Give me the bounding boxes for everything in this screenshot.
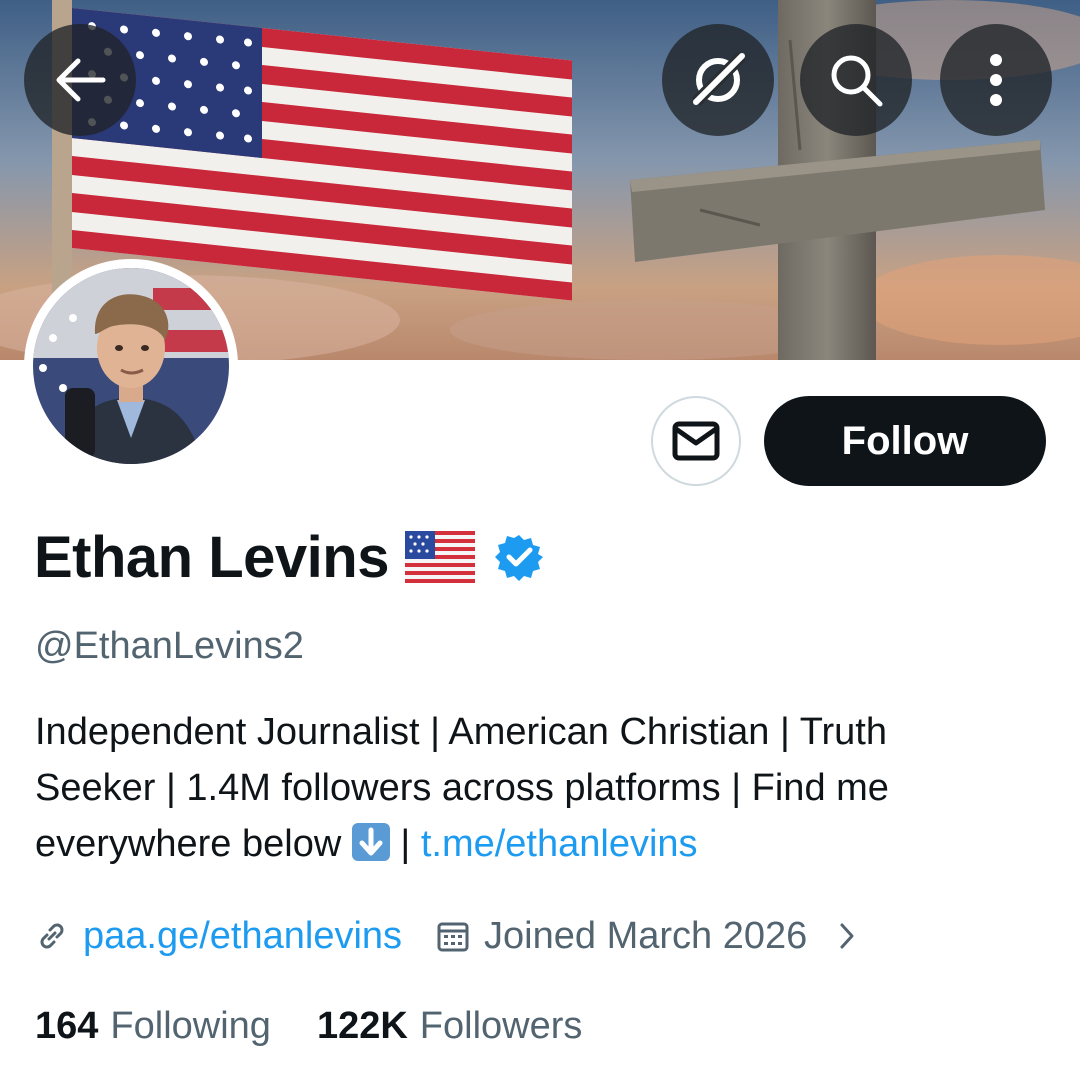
verified-badge-icon[interactable] — [494, 533, 543, 581]
more-info-item[interactable] — [837, 921, 857, 951]
profile-avatar[interactable] — [24, 259, 238, 473]
arrow-left-icon — [56, 58, 106, 102]
profile-stats: 164 Following 122K Followers — [35, 998, 582, 1054]
follow-button[interactable]: Follow — [764, 396, 1046, 486]
followers-count: 122K — [316, 1004, 408, 1047]
bio-line: everywhere below | t.me/ethanlevins — [35, 816, 1045, 872]
website-item[interactable]: paa.ge/ethanlevins — [35, 915, 402, 958]
followers-stat[interactable]: 122K Followers — [317, 1005, 582, 1048]
back-button[interactable] — [24, 24, 136, 136]
down-arrow-emoji-icon — [351, 823, 390, 861]
envelope-icon — [672, 421, 720, 461]
more-options-button[interactable] — [940, 24, 1052, 136]
following-count: 164 — [35, 1004, 99, 1047]
display-name: Ethan Levins — [34, 524, 389, 590]
bio-separator: | — [389, 823, 421, 865]
grok-button[interactable] — [662, 24, 774, 136]
joined-date: Joined March 2026 — [484, 914, 808, 957]
profile-meta: paa.ge/ethanlevins Joined March 2026 — [35, 908, 857, 964]
more-vertical-icon — [990, 54, 1002, 106]
followers-label: Followers — [419, 1004, 583, 1047]
telegram-link[interactable]: t.me/ethanlevins — [421, 823, 698, 865]
name-row: Ethan Levins — [34, 522, 543, 592]
avatar-image — [33, 268, 229, 464]
chevron-right-icon[interactable] — [837, 921, 857, 951]
profile-bio: Independent Journalist | American Christ… — [35, 704, 1045, 872]
bio-text: everywhere below — [35, 823, 352, 865]
joined-item: Joined March 2026 — [436, 915, 807, 958]
following-label: Following — [110, 1004, 271, 1047]
following-stat[interactable]: 164 Following — [35, 1005, 271, 1048]
search-button[interactable] — [800, 24, 912, 136]
bio-line: Independent Journalist | American Christ… — [35, 711, 887, 753]
profile-handle: @EthanLevins2 — [35, 625, 304, 667]
search-icon — [831, 55, 883, 107]
website-link[interactable]: paa.ge/ethanlevins — [83, 915, 402, 958]
grok-icon — [691, 51, 747, 107]
calendar-icon — [437, 922, 469, 952]
message-button[interactable] — [651, 396, 741, 486]
us-flag-emoji-icon — [404, 531, 475, 583]
link-icon — [40, 923, 64, 949]
bio-line: Seeker | 1.4M followers across platforms… — [35, 767, 889, 809]
